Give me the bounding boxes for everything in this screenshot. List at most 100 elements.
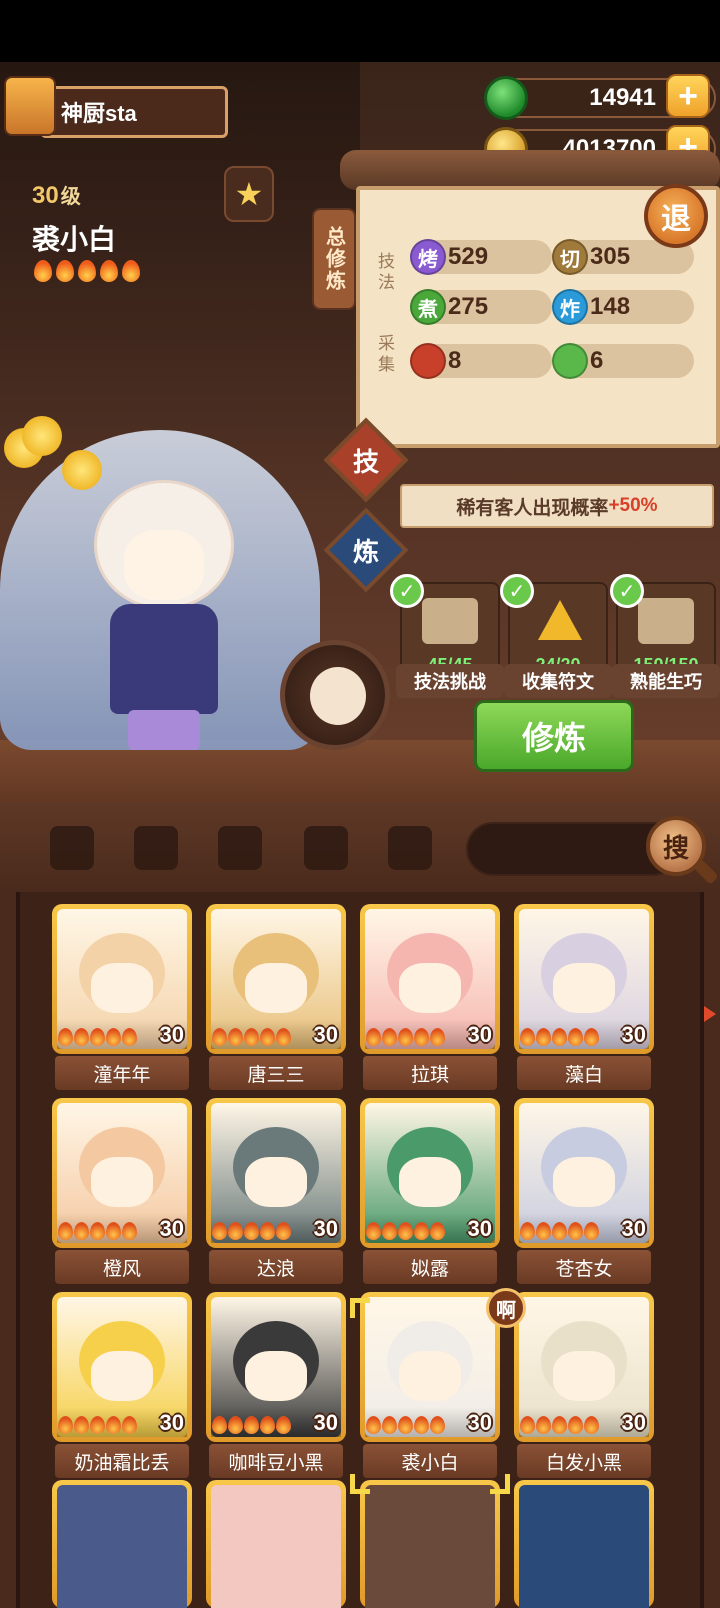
character-card[interactable]: 30 bbox=[52, 1098, 192, 1248]
character-card[interactable]: 30 bbox=[52, 1292, 192, 1442]
chibi-face bbox=[245, 1351, 307, 1401]
flame-rating bbox=[366, 1028, 445, 1046]
character-card-partial[interactable] bbox=[514, 1480, 654, 1608]
card-name-tag: 咖啡豆小黑 bbox=[209, 1444, 343, 1478]
flame-icon bbox=[382, 1222, 397, 1240]
stat-fry: 炸 148 bbox=[552, 289, 694, 325]
flame-icon bbox=[398, 1028, 413, 1046]
character-card[interactable]: 30 bbox=[514, 1292, 654, 1442]
character-card[interactable]: 30 bbox=[206, 1292, 346, 1442]
card-level: 30 bbox=[159, 1022, 184, 1047]
character-card[interactable]: 30 bbox=[360, 904, 500, 1054]
exit-button[interactable]: 退 bbox=[644, 184, 708, 248]
character-legs bbox=[128, 710, 200, 750]
character-card-partial[interactable] bbox=[360, 1480, 500, 1608]
stat-value: 529 bbox=[448, 243, 489, 270]
jar-icon[interactable] bbox=[218, 826, 262, 870]
flame-rating bbox=[58, 1028, 137, 1046]
location-pin-icon[interactable] bbox=[304, 826, 348, 870]
scroll-indicator-icon bbox=[704, 1006, 716, 1022]
cut-icon: 切 bbox=[552, 239, 588, 275]
rare-guest-bonus: 稀有客人出现概率 +50% bbox=[400, 484, 714, 528]
train-tab-label[interactable]: 炼 bbox=[336, 520, 396, 580]
flame-icon bbox=[584, 1028, 599, 1046]
flame-rating bbox=[520, 1028, 599, 1046]
character-card-partial[interactable] bbox=[52, 1480, 192, 1608]
character-card[interactable]: 30 bbox=[206, 904, 346, 1054]
status-bar bbox=[0, 0, 720, 62]
card-portrait bbox=[211, 1485, 341, 1608]
flame-icon bbox=[536, 1222, 551, 1240]
character-card[interactable]: 30 bbox=[360, 1098, 500, 1248]
character-card[interactable]: 30 bbox=[206, 1098, 346, 1248]
card-level: 30 bbox=[159, 1216, 184, 1241]
flame-icon bbox=[552, 1416, 567, 1434]
flame-icon bbox=[430, 1222, 445, 1240]
chibi-face bbox=[91, 1351, 153, 1401]
flame-rating bbox=[212, 1222, 291, 1240]
character-card[interactable]: 30 bbox=[514, 1098, 654, 1248]
chibi-face bbox=[553, 963, 615, 1013]
meat-icon bbox=[410, 343, 446, 379]
flame-icon bbox=[382, 1416, 397, 1434]
flame-icon bbox=[366, 1222, 381, 1240]
flame-icon bbox=[398, 1222, 413, 1240]
add-jade-button[interactable]: + bbox=[666, 74, 710, 118]
flame-icon bbox=[584, 1222, 599, 1240]
flame-icon bbox=[520, 1416, 535, 1434]
stat-value: 148 bbox=[590, 293, 631, 320]
skill-tab-label[interactable]: 技 bbox=[336, 430, 396, 490]
character-card[interactable]: 30 bbox=[52, 904, 192, 1054]
character-card-partial[interactable] bbox=[206, 1480, 346, 1608]
star-icon[interactable]: ★ bbox=[224, 166, 274, 222]
flame-icon bbox=[74, 1222, 89, 1240]
question-map-icon[interactable] bbox=[388, 826, 432, 870]
gather-section-label: 采集 bbox=[375, 334, 394, 376]
task-label: 技法挑战 bbox=[396, 664, 504, 698]
player-title-plate[interactable]: 神厨sta bbox=[40, 86, 228, 138]
flame-icon bbox=[58, 1028, 73, 1046]
chef-avatar-icon[interactable] bbox=[4, 76, 56, 136]
flame-icon bbox=[430, 1416, 445, 1434]
card-level: 30 bbox=[313, 1216, 338, 1241]
blossom-icon bbox=[22, 416, 62, 456]
speech-bubble[interactable]: 啊 bbox=[486, 1288, 526, 1328]
card-level: 30 bbox=[467, 1216, 492, 1241]
card-portrait bbox=[365, 1485, 495, 1608]
stat-vegetable: 6 bbox=[552, 343, 694, 379]
spatula-icon[interactable] bbox=[50, 826, 94, 870]
stat-boil: 煮 275 bbox=[410, 289, 552, 325]
pet-medallion[interactable] bbox=[280, 640, 390, 750]
character-card[interactable]: 30 bbox=[514, 904, 654, 1054]
card-name-tag: 藻白 bbox=[517, 1056, 651, 1090]
flame-icon bbox=[106, 1416, 121, 1434]
train-button[interactable]: 修炼 bbox=[474, 700, 634, 772]
chibi-face bbox=[553, 1157, 615, 1207]
card-level: 30 bbox=[621, 1216, 646, 1241]
task-label: 熟能生巧 bbox=[612, 664, 720, 698]
card-level: 30 bbox=[621, 1022, 646, 1047]
flame-icon bbox=[414, 1222, 429, 1240]
spoon-icon[interactable] bbox=[134, 826, 178, 870]
selection-corner bbox=[350, 1298, 370, 1318]
chibi-face bbox=[399, 1157, 461, 1207]
total-training-tag[interactable]: 总修炼 bbox=[312, 208, 356, 310]
character-name: 裘小白 bbox=[32, 224, 117, 255]
flame-icon bbox=[212, 1222, 227, 1240]
flame-icon bbox=[276, 1028, 291, 1046]
stat-value: 305 bbox=[590, 243, 631, 270]
selection-corner bbox=[490, 1474, 510, 1494]
flame-icon bbox=[260, 1028, 275, 1046]
flame-icon bbox=[536, 1028, 551, 1046]
flame-icon bbox=[536, 1416, 551, 1434]
player-title: 神厨sta bbox=[61, 101, 137, 126]
flame-rating bbox=[520, 1416, 599, 1434]
flame-icon bbox=[122, 260, 140, 282]
flame-rating bbox=[58, 1222, 137, 1240]
jade-icon bbox=[484, 76, 528, 120]
card-name-tag: 达浪 bbox=[209, 1250, 343, 1284]
character-figure[interactable] bbox=[84, 480, 244, 756]
character-card[interactable]: 30 bbox=[360, 1292, 500, 1442]
card-level: 30 bbox=[313, 1410, 338, 1435]
flame-icon bbox=[414, 1416, 429, 1434]
